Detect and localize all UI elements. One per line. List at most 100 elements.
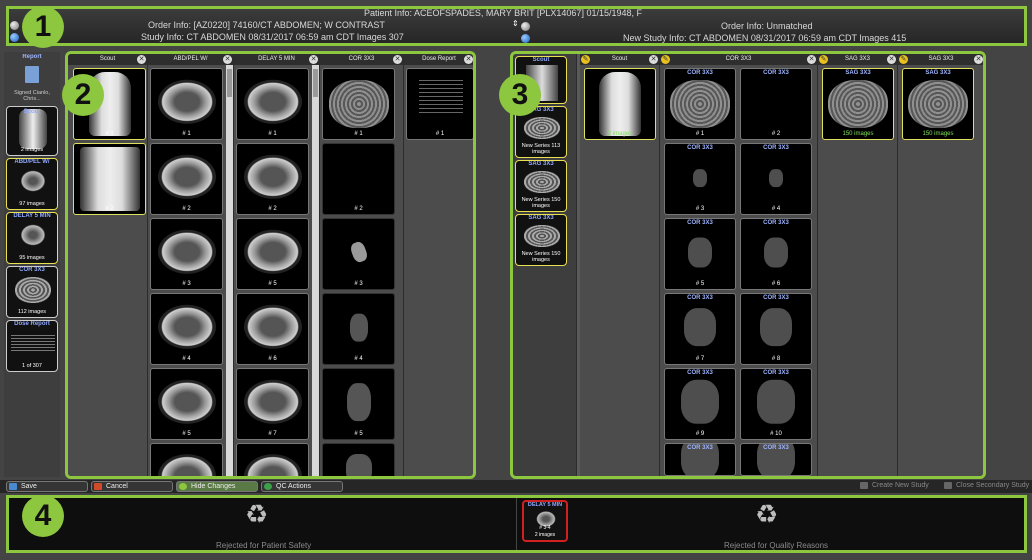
callout-badge-3: 3 — [499, 74, 541, 116]
edit-icon[interactable]: ✎ — [819, 55, 828, 64]
image-thumb[interactable]: SAG 3X3 150 images — [902, 68, 974, 140]
column-sag-1: ✎ SAG 3X3 ✕ SAG 3X3 150 images — [818, 54, 898, 476]
save-button[interactable]: Save — [6, 481, 88, 492]
series-thumb-sag-2[interactable]: SAG 3X3 New Series 150 images — [515, 160, 567, 212]
image-thumb[interactable]: # 4 — [150, 293, 223, 365]
series-thumb-scout[interactable]: Scout 2 images — [6, 106, 58, 156]
series-thumb-delay[interactable]: DELAY 5 MIN 95 images — [6, 212, 58, 264]
series-thumb-dose[interactable]: Dose Report 1 of 307 — [6, 320, 58, 372]
close-icon[interactable]: ✕ — [887, 55, 896, 64]
image-thumb[interactable]: COR 3X3 # 6 — [740, 218, 812, 290]
column-scout-header: Scout ✕ — [68, 54, 147, 65]
close-icon[interactable]: ✕ — [464, 55, 473, 64]
left-order-info: Order Info: [AZ0220] 74160/CT ABDOMEN; W… — [148, 20, 385, 30]
column-cor-header: COR 3X3 ✕ — [320, 54, 403, 65]
column-cor-new-header: ✎ COR 3X3 ✕ — [660, 54, 817, 65]
image-thumb[interactable]: COR 3X3 # 1 — [664, 68, 736, 140]
image-thumb[interactable]: # 1 — [150, 68, 223, 140]
close-icon[interactable]: ✕ — [223, 55, 232, 64]
image-thumb[interactable]: COR 3X3 — [740, 443, 812, 476]
image-thumb[interactable]: # 3 — [150, 218, 223, 290]
image-thumb[interactable]: # 5 — [322, 368, 395, 440]
image-thumb[interactable] — [236, 443, 309, 476]
left-study-info: Study Info: CT ABDOMEN 08/31/2017 06:59 … — [141, 32, 404, 42]
splitter-icon[interactable]: ⇕ — [512, 19, 519, 28]
column-cor-new: ✎ COR 3X3 ✕ COR 3X3 # 1 COR 3X3 # 2 COR 3X3 # 3… — [660, 54, 818, 476]
close-icon[interactable]: ✕ — [309, 55, 318, 64]
rejection-area: ♻ Rejected for Patient Safety DELAY 5 MI… — [6, 495, 1027, 553]
scout-image — [19, 109, 47, 149]
edit-icon[interactable]: ✎ — [581, 55, 590, 64]
close-icon[interactable]: ✕ — [137, 55, 146, 64]
image-thumb[interactable]: # 4 — [322, 293, 395, 365]
close-icon[interactable]: ✕ — [807, 55, 816, 64]
info-right-icon[interactable] — [521, 34, 530, 43]
image-thumb[interactable]: SAG 3X3 150 images — [822, 68, 894, 140]
image-thumb[interactable]: COR 3X3 # 4 — [740, 143, 812, 215]
close-icon[interactable]: ✕ — [974, 55, 983, 64]
document-icon — [25, 66, 39, 83]
column-delay: DELAY 5 MIN ✕ # 1 # 2 # 5 # 6 # 7 — [234, 54, 320, 476]
image-thumb[interactable]: # 2 — [322, 143, 395, 215]
image-thumb[interactable]: COR 3X3 # 9 — [664, 368, 736, 440]
column-abdpel: ABD/PEL W/✕ # 1 # 2 # 3 # 4 # 5 — [148, 54, 234, 476]
image-thumb[interactable]: # 3 — [322, 218, 395, 290]
scrollbar[interactable] — [312, 65, 319, 476]
column-scout-new-header: ✎ Scout ✕ — [580, 54, 659, 65]
hide-changes-button[interactable]: Hide Changes — [176, 481, 258, 492]
dose-count: 1 of 307 — [22, 363, 42, 369]
rejected-series-card[interactable]: DELAY 5 MIN # 3-4 2 images — [522, 500, 568, 542]
image-thumb[interactable] — [322, 443, 395, 476]
image-thumb[interactable]: # 5 — [236, 218, 309, 290]
image-thumb[interactable]: # 2 — [73, 143, 146, 215]
cor-label: COR 3X3 — [19, 267, 45, 273]
expand-right-icon[interactable] — [521, 22, 530, 31]
abdpel-count: 97 images — [19, 201, 45, 207]
image-thumb[interactable]: # 1 — [406, 68, 473, 140]
divider — [516, 498, 517, 550]
qc-toolbar: Save Cancel Hide Changes QC Actions Crea… — [0, 480, 1032, 493]
abdpel-image — [19, 169, 47, 193]
image-thumb[interactable] — [150, 443, 223, 476]
new-study-pane: Scout SAG 3X3 New Series 113 images SAG 3… — [510, 51, 986, 479]
image-thumb[interactable]: COR 3X3 # 5 — [664, 218, 736, 290]
image-thumb[interactable]: # 5 — [150, 368, 223, 440]
edit-icon[interactable]: ✎ — [661, 55, 670, 64]
qc-workspace: Patient Info: ACEOFSPADES, MARY BRIT [PL… — [0, 0, 1032, 560]
column-scout-new: ✎ Scout ✕ 2 images — [580, 54, 660, 476]
image-thumb[interactable]: COR 3X3 # 2 — [740, 68, 812, 140]
image-thumb[interactable]: COR 3X3 # 3 — [664, 143, 736, 215]
cancel-button[interactable]: Cancel — [91, 481, 173, 492]
image-thumb[interactable]: 2 images — [584, 68, 656, 140]
expand-icon[interactable] — [10, 21, 19, 30]
series-thumb-abdpel[interactable]: ABD/PEL W/ 97 images — [6, 158, 58, 210]
image-thumb[interactable]: # 2 — [236, 143, 309, 215]
scrollbar[interactable] — [226, 65, 233, 476]
series-thumb-sag-3[interactable]: SAG 3X3 New Series 150 images — [515, 214, 567, 266]
image-thumb[interactable]: # 6 — [236, 293, 309, 365]
original-study-pane: Scout ✕ # 1 # 2 ABD/PEL W/✕ # 1 # 2 # 3 #… — [65, 51, 476, 479]
image-thumb[interactable]: # 1 — [322, 68, 395, 140]
close-icon[interactable]: ✕ — [649, 55, 658, 64]
image-thumb[interactable]: # 7 — [236, 368, 309, 440]
edit-icon[interactable]: ✎ — [899, 55, 908, 64]
delay-count: 95 images — [19, 255, 45, 261]
image-thumb[interactable]: COR 3X3 # 8 — [740, 293, 812, 365]
qc-actions-button[interactable]: QC Actions — [261, 481, 343, 492]
series-thumb-cor[interactable]: COR 3X3 112 images — [6, 266, 58, 318]
image-thumb[interactable]: COR 3X3 — [664, 443, 736, 476]
column-sag-1-header: ✎ SAG 3X3 ✕ — [818, 54, 897, 65]
close-icon[interactable]: ✕ — [393, 55, 402, 64]
image-thumb[interactable]: COR 3X3 # 10 — [740, 368, 812, 440]
left-series-list: Report Signed Cianlo, Chris... Scout 2 i… — [4, 52, 60, 477]
image-thumb[interactable]: # 2 — [150, 143, 223, 215]
image-thumb[interactable]: COR 3X3 # 7 — [664, 293, 736, 365]
create-new-study-button[interactable]: Create New Study — [858, 481, 938, 492]
info-icon[interactable] — [10, 33, 19, 42]
close-secondary-study-button[interactable]: Close Secondary Study — [942, 481, 1030, 492]
report-thumb[interactable]: Report Signed Cianlo, Chris... — [6, 54, 58, 104]
image-thumb[interactable]: # 1 — [236, 68, 309, 140]
rejected-quality-reasons: Rejected for Quality Reasons — [724, 541, 829, 550]
column-abdpel-header: ABD/PEL W/✕ — [148, 54, 233, 65]
cor-image — [15, 277, 51, 303]
